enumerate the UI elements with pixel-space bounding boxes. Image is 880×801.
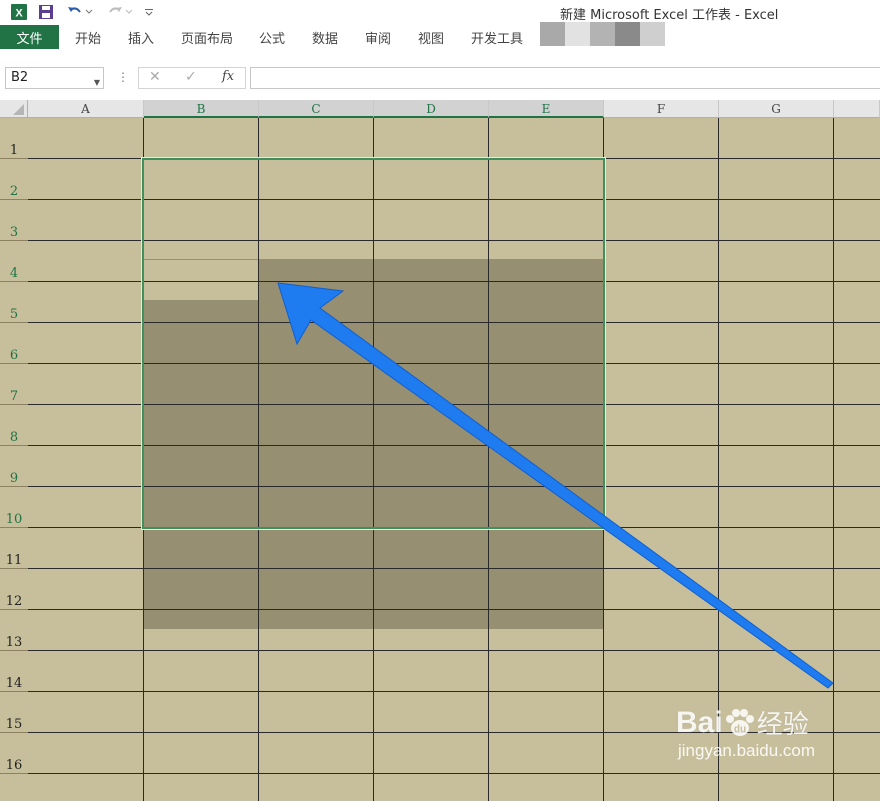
- annotation-arrow-icon: [277, 282, 834, 689]
- paw-logo-icon: du: [723, 707, 757, 739]
- baidu-watermark: Bai du 经验 jingyan.baidu.com: [676, 704, 876, 761]
- watermark-brand-suffix: 经验: [756, 710, 809, 740]
- svg-text:du: du: [734, 724, 746, 735]
- watermark-url: jingyan.baidu.com: [678, 741, 816, 760]
- watermark-brand: Bai: [676, 705, 723, 739]
